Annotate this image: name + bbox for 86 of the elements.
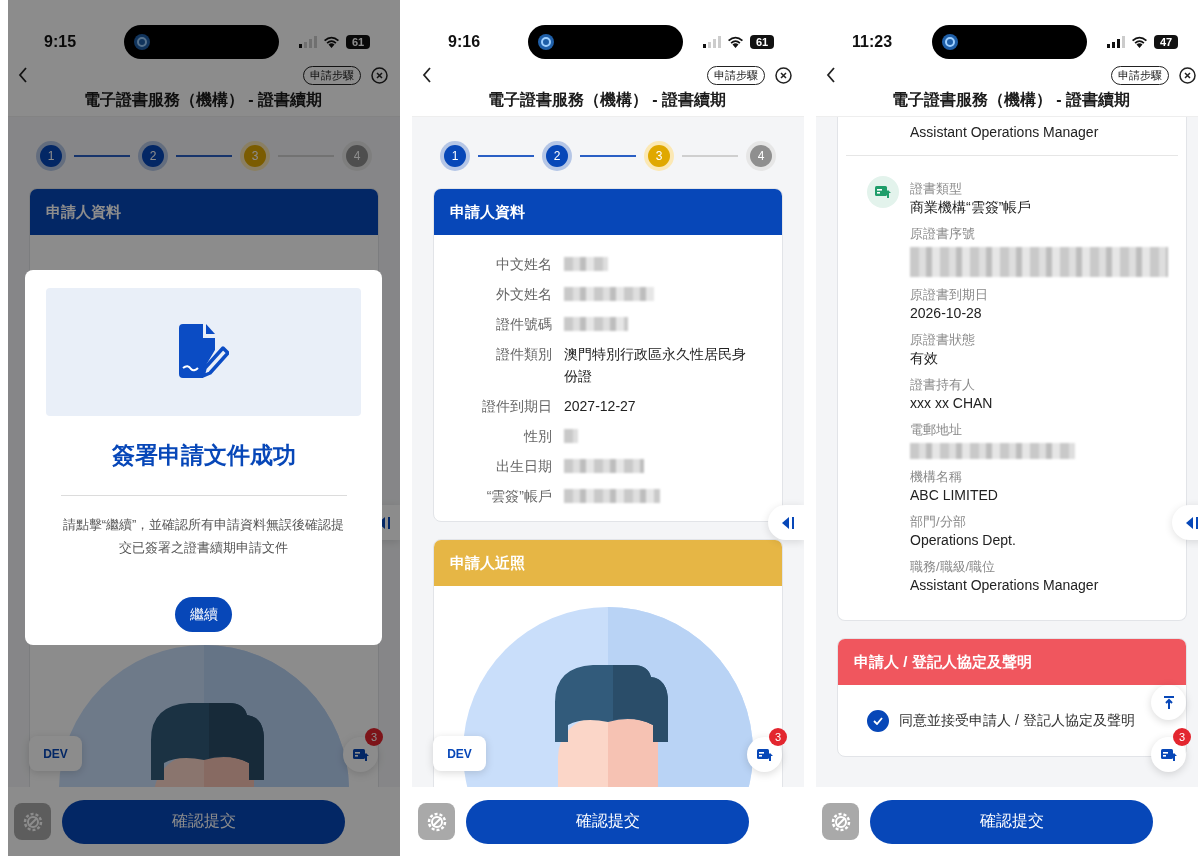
collapse-icon [1185, 515, 1198, 530]
battery-indicator: 61 [346, 35, 370, 49]
field-value: Assistant Operations Manager [910, 576, 1100, 594]
app-icon [134, 34, 150, 50]
continue-button[interactable]: 繼續 [175, 597, 232, 632]
dialog-title: 簽署申請文件成功 [111, 441, 296, 470]
app-icon [538, 34, 554, 50]
collapse-icon [781, 515, 795, 530]
field-value: 澳門特別行政區永久性居民身份證 [564, 345, 747, 386]
field-label: 部門/分部 [910, 513, 967, 531]
agreement-label: 同意並接受申請人 / 登記人協定及聲明 [899, 711, 1135, 730]
step-indicator: 3 [648, 145, 670, 167]
field-value: 有效 [910, 349, 939, 367]
step-indicator: 2 [142, 145, 164, 167]
card-icon [756, 747, 773, 762]
gear-icon [425, 810, 448, 833]
field-label: 電郵地址 [910, 421, 963, 439]
field-label: 中文姓名 [495, 255, 552, 274]
section-header: 申請人 / 登記人協定及聲明 [838, 639, 1186, 685]
step-indicator: 1 [40, 145, 62, 167]
step-indicator: 3 [244, 145, 266, 167]
close-button[interactable] [775, 66, 792, 84]
battery-indicator: 47 [1154, 35, 1178, 49]
field-label: 證件號碼 [495, 315, 552, 334]
page-title: 電子證書服務（機構） - 證書續期 [486, 90, 728, 110]
status-time: 11:23 [852, 32, 894, 52]
field-label: 證書持有人 [910, 376, 976, 394]
signal-icon [1107, 36, 1125, 48]
field-label: 原證書到期日 [910, 286, 989, 304]
step-indicator: 1 [444, 145, 466, 167]
section-header: 申請人資料 [30, 189, 378, 235]
field-label: 原證書序號 [910, 225, 976, 243]
section-header: 申請人資料 [434, 189, 782, 235]
status-time: 9:16 [448, 32, 482, 52]
field-value: 2027-12-27 [564, 397, 637, 416]
field-value: 商業機構“雲簽”帳戶 [910, 198, 1033, 216]
card-icon [352, 747, 369, 762]
card-icon [875, 185, 891, 199]
steps-button[interactable]: 申請步驟 [707, 65, 765, 85]
field-value: xxx xx CHAN [910, 394, 994, 412]
page-title: 電子證書服務（機構） - 證書續期 [890, 90, 1132, 110]
card-icon [1160, 747, 1177, 762]
signal-icon [703, 36, 721, 48]
dialog-message: 請點擊“繼續”，並確認所有申請資料無誤後確認提交已簽署之證書續期申請文件 [61, 516, 346, 557]
submit-button[interactable]: 確認提交 [870, 799, 1153, 844]
section-header: 申請人近照 [434, 540, 782, 586]
field-value: ABC LIMITED [910, 486, 999, 504]
signal-icon [299, 36, 317, 48]
field-label: 原證書狀態 [910, 331, 976, 349]
field-label: 職務/職級/職位 [910, 558, 997, 576]
step-indicator: 2 [546, 145, 568, 167]
wifi-icon [727, 36, 744, 48]
back-button[interactable] [826, 67, 836, 83]
field-label: 證件到期日 [481, 397, 552, 416]
gear-icon [21, 810, 44, 833]
gear-icon [829, 810, 852, 833]
step-indicator: 4 [346, 145, 368, 167]
field-label: 外文姓名 [495, 285, 552, 304]
steps-button[interactable]: 申請步驟 [1111, 65, 1169, 85]
field-label: 證書類型 [910, 180, 963, 198]
field-value: 2026-10-28 [910, 304, 983, 322]
back-button[interactable] [422, 67, 432, 83]
dev-badge[interactable]: DEV [29, 736, 82, 771]
submit-button[interactable]: 確認提交 [62, 799, 345, 844]
wifi-icon [1131, 36, 1148, 48]
field-value: Operations Dept. [910, 531, 1017, 549]
battery-indicator: 61 [750, 35, 774, 49]
wifi-icon [323, 36, 340, 48]
side-handle[interactable] [768, 505, 804, 540]
app-icon [942, 34, 958, 50]
field-label: 證件類別 [495, 345, 552, 364]
close-button[interactable] [1179, 66, 1196, 84]
field-label: 機構名稱 [910, 468, 963, 486]
steps-button[interactable]: 申請步驟 [303, 65, 361, 85]
document-sign-icon [178, 324, 229, 380]
field-label: “雲簽”帳戶 [485, 487, 552, 506]
status-time: 9:15 [44, 32, 78, 52]
page-title: 電子證書服務（機構） - 證書續期 [82, 90, 324, 110]
check-icon [873, 716, 883, 725]
field-label: 性別 [522, 427, 552, 446]
field-label: 出生日期 [495, 457, 552, 476]
field-value: Assistant Operations Manager [909, 123, 1100, 141]
submit-button[interactable]: 確認提交 [466, 799, 749, 844]
checkbox[interactable] [867, 709, 889, 732]
arrow-up-icon [1162, 695, 1175, 710]
dev-badge[interactable]: DEV [433, 736, 486, 771]
